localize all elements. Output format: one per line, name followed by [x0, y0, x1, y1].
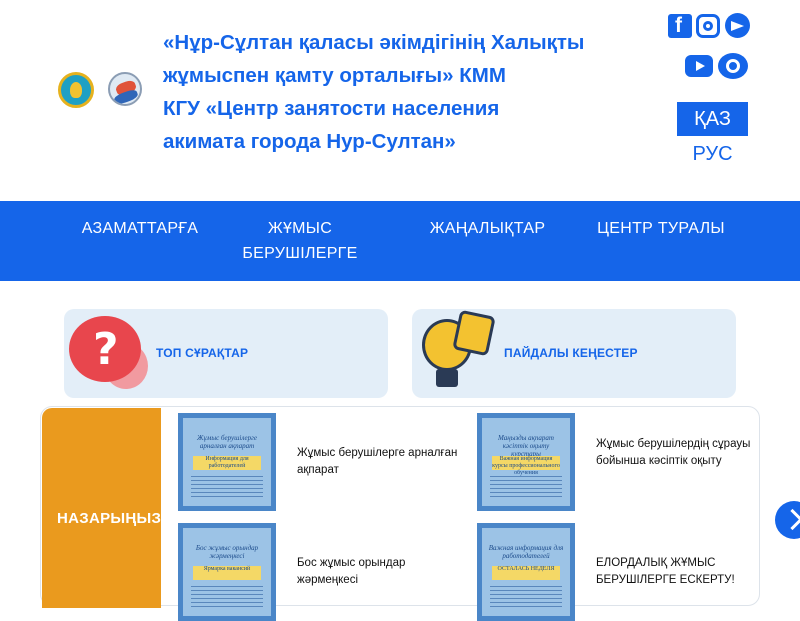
organization-title: «Нұр-Сұлтан қаласы әкімдігінің Халықты ж…	[163, 26, 653, 158]
news-thumbnail[interactable]: Маңызды ақпарат кәсіптік оқыту курстары …	[477, 413, 575, 511]
eye-icon[interactable]	[718, 53, 748, 79]
globe-logo[interactable]	[108, 72, 142, 106]
org-title-line: жұмыспен қамту орталығы» КММ	[163, 64, 506, 87]
news-title-link[interactable]: ЕЛОРДАЛЫҚ ЖҰМЫС БЕРУШІЛЕРГЕ ЕСКЕРТУ!	[596, 555, 756, 589]
org-title-line: акимата города Нур-Султан»	[163, 130, 456, 153]
instagram-icon[interactable]	[696, 14, 720, 38]
thumb-title: Маңызды ақпарат кәсіптік оқыту курстары	[498, 434, 554, 458]
carousel-next-button[interactable]	[775, 501, 800, 539]
thumb-subtitle: Информация для работодателей	[193, 456, 261, 470]
telegram-icon[interactable]	[725, 13, 750, 38]
thumb-subtitle: Важная информация курсы профессиональног…	[492, 456, 560, 476]
main-nav: АЗАМАТТАРҒА ЖҰМЫС БЕРУШІЛЕРГЕ ЖАҢАЛЫҚТАР…	[0, 201, 800, 281]
news-title-link[interactable]: Жұмыс берушілердің сұрауы бойынша кәсіпт…	[596, 436, 756, 470]
site-header: «Нұр-Сұлтан қаласы әкімдігінің Халықты ж…	[0, 0, 800, 201]
org-title-line: КГУ «Центр занятости населения	[163, 97, 500, 120]
card-label: ПАЙДАЛЫ КЕҢЕСТЕР	[504, 346, 638, 360]
thumb-subtitle: ОСТАЛАСЬ НЕДЕЛЯ	[492, 566, 560, 580]
language-ru-button[interactable]: РУС	[677, 140, 748, 168]
news-title-link[interactable]: Жұмыс берушілерге арналған ақпарат	[297, 445, 467, 479]
logo-group[interactable]	[58, 72, 142, 108]
useful-tips-card[interactable]: ПАЙДАЛЫ КЕҢЕСТЕР	[412, 309, 736, 398]
thumb-title: Бос жұмыс орындар жәрмеңкесі	[195, 544, 259, 560]
thumb-title: Жұмыс берушілерге арналған ақпарат	[196, 434, 258, 450]
social-links	[668, 12, 750, 40]
news-thumbnail[interactable]: Бос жұмыс орындар жәрмеңкесі Ярмарка вак…	[178, 523, 276, 621]
news-thumbnail[interactable]: Важная информация для работодателей ОСТА…	[477, 523, 575, 621]
youtube-icon[interactable]	[685, 55, 713, 77]
nav-item-news[interactable]: ЖАҢАЛЫҚТАР	[405, 216, 570, 241]
thumb-title: Важная информация для работодателей	[488, 544, 564, 560]
top-questions-card[interactable]: ? ТОП СҰРАҚТАР	[64, 309, 388, 398]
news-title-link[interactable]: Бос жұмыс орындар жәрмеңкесі	[297, 555, 467, 589]
thumb-subtitle: Ярмарка вакансий	[193, 566, 261, 580]
nav-item-employers[interactable]: ЖҰМЫС БЕРУШІЛЕРГЕ	[230, 216, 370, 266]
nav-item-citizens[interactable]: АЗАМАТТАРҒА	[60, 216, 220, 241]
emblem-logo[interactable]	[58, 72, 94, 108]
attention-label: НАЗАРЫҢЫЗҒА	[57, 510, 161, 527]
org-title-line: «Нұр-Сұлтан қаласы әкімдігінің Халықты	[163, 31, 585, 54]
nav-item-about[interactable]: ЦЕНТР ТУРАЛЫ	[580, 216, 742, 241]
card-label: ТОП СҰРАҚТАР	[156, 346, 249, 360]
facebook-icon[interactable]	[668, 14, 692, 38]
news-thumbnail[interactable]: Жұмыс берушілерге арналған ақпарат Инфор…	[178, 413, 276, 511]
language-kz-button[interactable]: ҚАЗ	[677, 102, 748, 136]
attention-block	[42, 408, 161, 608]
